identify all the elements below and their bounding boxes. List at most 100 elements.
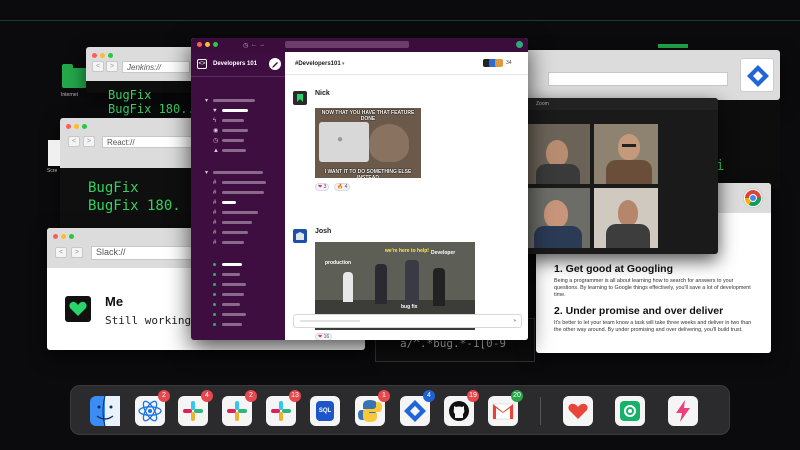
sidebar-channel[interactable] — [222, 221, 252, 224]
sidebar-channel[interactable] — [222, 241, 244, 244]
back-icon[interactable]: < — [92, 61, 104, 72]
sidebar-dm[interactable] — [222, 303, 240, 306]
desktop-top-divider — [0, 20, 800, 21]
sidebar-section-header[interactable] — [213, 99, 255, 102]
sidebar-dm[interactable] — [222, 293, 244, 296]
dock-slack[interactable]: 2 — [222, 390, 257, 426]
sidebar-item[interactable] — [222, 149, 246, 152]
video-tile[interactable] — [594, 124, 658, 184]
sidebar-dm[interactable] — [222, 273, 240, 276]
avatar[interactable] — [293, 229, 307, 243]
forward-icon[interactable]: > — [106, 61, 118, 72]
dock-finder[interactable] — [90, 395, 120, 427]
sidebar-channel[interactable] — [222, 181, 266, 184]
clock-icon: ◷ — [213, 138, 219, 144]
chevron-down-icon[interactable]: ▾ — [205, 98, 208, 104]
dock-slack[interactable]: 13 — [266, 390, 301, 426]
slack-sidebar: <> Developers 101 ▾ ♥ ϟ ◉ ◷ ▲ ▾ # # # # … — [191, 52, 285, 340]
message-author[interactable]: Josh — [315, 228, 331, 235]
workspace-name[interactable]: Developers 101 — [213, 61, 257, 67]
chrome-icon[interactable] — [743, 188, 763, 208]
sidebar-channel[interactable] — [222, 211, 258, 214]
video-tile[interactable] — [526, 188, 590, 248]
video-call-window[interactable]: Zoom — [522, 98, 718, 254]
dock-heart-app[interactable] — [563, 396, 593, 426]
slack-app-window[interactable]: ◷ ← → <> Developers 101 ▾ ♥ ϟ ◉ ◷ ▲ ▾ # … — [191, 38, 528, 340]
video-tile[interactable] — [594, 188, 658, 248]
forward-icon[interactable]: → — [259, 42, 265, 48]
user-avatar-icon[interactable] — [516, 41, 523, 48]
video-tile[interactable] — [526, 124, 590, 184]
sidebar-item[interactable] — [222, 109, 248, 112]
jira-window[interactable] — [518, 50, 780, 100]
member-count[interactable]: 34 — [506, 60, 512, 66]
dock-react[interactable]: 2 — [135, 390, 170, 426]
dock-bolt-app[interactable] — [668, 396, 698, 426]
dock-slack[interactable]: 4 — [178, 390, 213, 426]
reaction-fire[interactable]: 🔥 4 — [334, 183, 351, 191]
heart-icon: ♥ — [213, 108, 217, 114]
dock-mail-app[interactable] — [615, 396, 645, 426]
jira-icon[interactable] — [740, 58, 774, 92]
history-icon[interactable]: ◷ — [243, 42, 248, 49]
dock-jira[interactable]: 4 — [400, 390, 435, 426]
finder-icon — [96, 395, 120, 427]
online-status-icon — [213, 273, 216, 276]
sidebar-dm[interactable] — [222, 283, 246, 286]
article-paragraph-1: Being a programmer is all about learning… — [554, 278, 751, 298]
dock-sql[interactable]: SQL — [310, 396, 340, 426]
react-url-field[interactable]: React:// — [102, 136, 196, 148]
jenkins-url-field[interactable]: Jenkins:// — [122, 61, 190, 73]
sidebar-item[interactable] — [222, 129, 248, 132]
sidebar-dm[interactable] — [222, 263, 242, 266]
message-author[interactable]: Nick — [315, 90, 330, 97]
forward-icon[interactable]: > — [71, 247, 83, 258]
avatar[interactable] — [293, 91, 307, 105]
compose-button[interactable] — [269, 58, 281, 70]
online-status-icon — [213, 283, 216, 286]
jenkins-window[interactable]: < > Jenkins:// — [86, 47, 194, 93]
slack-search-bar[interactable] — [285, 41, 409, 48]
channel-name[interactable]: #Developers101 — [295, 61, 341, 67]
sidebar-item[interactable] — [222, 119, 244, 122]
forward-icon[interactable]: > — [83, 136, 95, 147]
profile-name: Me — [105, 294, 124, 309]
database-icon: SQL — [316, 401, 334, 421]
workspace-logo-icon[interactable]: <> — [197, 59, 207, 69]
screenshot-file-icon[interactable] — [48, 140, 60, 166]
sidebar-channel[interactable] — [222, 191, 264, 194]
sidebar-channel[interactable] — [222, 231, 248, 234]
online-status-icon — [213, 323, 216, 326]
chevron-down-icon[interactable]: ▾ — [205, 170, 208, 176]
hash-icon: # — [213, 210, 217, 216]
dock-python[interactable]: 1 — [355, 390, 390, 426]
sidebar-dm[interactable] — [222, 323, 242, 326]
reaction-heart[interactable]: ❤ 3 — [315, 183, 330, 191]
hash-icon: # — [213, 220, 217, 226]
reaction-heart[interactable]: ❤ 16 — [315, 333, 333, 340]
jira-url-field[interactable] — [548, 72, 728, 86]
dock-github[interactable]: 19 — [444, 390, 479, 426]
sidebar-dm[interactable] — [222, 313, 246, 316]
notification-badge: 19 — [467, 390, 479, 402]
message-input[interactable]: ➤ — [293, 314, 522, 328]
dock-gmail[interactable]: 20 — [488, 390, 523, 426]
slack-titlebar: ◷ ← → — [191, 38, 528, 52]
back-icon[interactable]: < — [55, 247, 67, 258]
back-icon[interactable]: < — [68, 136, 80, 147]
meme-bottom-text: I WANT IT TO DO SOMETHING ELSE INSTEAD — [324, 169, 412, 178]
sidebar-channel-active[interactable] — [222, 201, 236, 204]
back-icon[interactable]: ← — [251, 42, 257, 48]
hash-icon: # — [213, 240, 217, 246]
send-icon[interactable]: ➤ — [513, 318, 517, 324]
lightning-icon — [676, 400, 690, 422]
notification-badge: 1 — [378, 390, 390, 402]
slack-channel-view: #Developers101 ▾ 34 Nick ● NOW THAT YOU … — [285, 52, 528, 340]
video-title: Zoom — [536, 101, 549, 107]
gif-label-right: Developer — [431, 250, 456, 256]
chevron-down-icon[interactable]: ▾ — [342, 61, 345, 67]
folder-icon[interactable] — [62, 64, 88, 88]
sidebar-item[interactable] — [222, 139, 244, 142]
meme-image[interactable]: ● NOW THAT YOU HAVE THAT FEATURE DONE I … — [315, 108, 421, 178]
sidebar-section-header[interactable] — [213, 171, 263, 174]
